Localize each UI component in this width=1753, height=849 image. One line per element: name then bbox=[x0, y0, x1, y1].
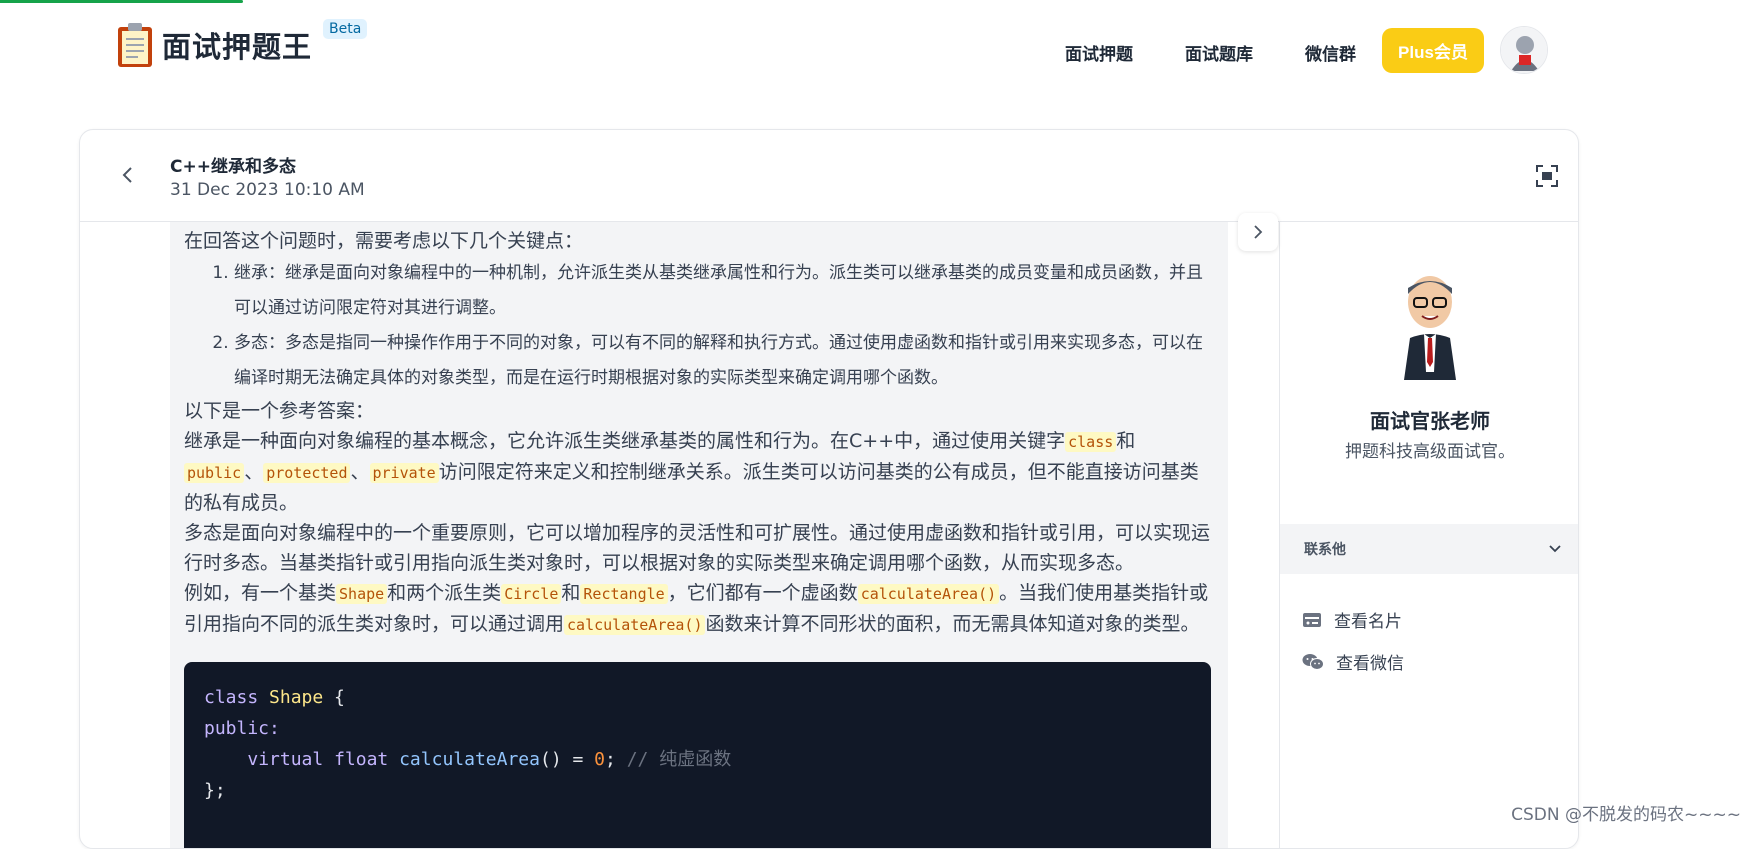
nav-interview-prediction[interactable]: 面试押题 bbox=[1065, 40, 1133, 65]
paragraph-polymorphism: 多态是面向对象编程中的一个重要原则，它可以增加程序的灵活性和可扩展性。通过使用虚… bbox=[184, 518, 1211, 578]
chevron-left-icon[interactable] bbox=[118, 165, 138, 185]
top-header: 面试押题王 Beta 面试押题 面试题库 微信群 Plus会员 bbox=[0, 0, 1753, 100]
teacher-avatar bbox=[1394, 272, 1466, 380]
question-card: C++继承和多态 31 Dec 2023 10:10 AM 在回答这个问题时，需… bbox=[79, 129, 1579, 849]
fullscreen-icon[interactable] bbox=[1536, 165, 1558, 187]
view-wechat-link[interactable]: 查看微信 bbox=[1302, 649, 1404, 674]
question-date: 31 Dec 2023 10:10 AM bbox=[170, 180, 365, 200]
next-question-button[interactable] bbox=[1238, 213, 1278, 251]
user-avatar[interactable] bbox=[1500, 26, 1548, 74]
question-title: C++继承和多态 bbox=[170, 152, 296, 177]
teacher-name: 面试官张老师 bbox=[1280, 405, 1579, 434]
view-wechat-label: 查看微信 bbox=[1336, 649, 1404, 674]
key-points-list: 继承：继承是面向对象编程中的一种机制，允许派生类从基类继承属性和行为。派生类可以… bbox=[184, 256, 1211, 396]
contact-label: 联系他 bbox=[1304, 539, 1346, 559]
list-item: 多态：多态是指同一种操作作用于不同的对象，可以有不同的解释和执行方式。通过使用虚… bbox=[234, 326, 1211, 396]
list-item: 继承：继承是面向对象编程中的一种机制，允许派生类从基类继承属性和行为。派生类可以… bbox=[234, 256, 1211, 326]
paragraph-example: 例如，有一个基类Shape和两个派生类Circle和Rectangle，它们都有… bbox=[184, 578, 1211, 640]
wechat-icon bbox=[1302, 653, 1324, 671]
code-block: class Shape { public: virtual float calc… bbox=[184, 662, 1211, 849]
csdn-watermark: CSDN @不脱发的码农~~~~ bbox=[1511, 800, 1741, 825]
contact-toggle[interactable]: 联系他 bbox=[1280, 524, 1579, 574]
nav-wechat-group[interactable]: 微信群 bbox=[1305, 40, 1356, 65]
id-card-icon bbox=[1302, 612, 1322, 628]
plus-member-button[interactable]: Plus会员 bbox=[1382, 28, 1484, 73]
reference-heading: 以下是一个参考答案： bbox=[184, 396, 1211, 426]
chevron-right-icon bbox=[1252, 225, 1264, 239]
logo-text: 面试押题王 bbox=[162, 24, 312, 66]
paragraph-inheritance: 继承是一种面向对象编程的基本概念，它允许派生类继承基类的属性和行为。在C++中，… bbox=[184, 426, 1211, 518]
card-header: C++继承和多态 31 Dec 2023 10:10 AM bbox=[80, 130, 1578, 222]
teacher-description: 押题科技高级面试官。 bbox=[1280, 437, 1579, 462]
nav-question-bank[interactable]: 面试题库 bbox=[1185, 40, 1253, 65]
interviewer-sidebar: 面试官张老师 押题科技高级面试官。 联系他 查看名片 查看微信 bbox=[1279, 222, 1579, 849]
chevron-down-icon bbox=[1548, 542, 1562, 556]
answer-intro: 在回答这个问题时，需要考虑以下几个关键点： bbox=[184, 226, 1211, 256]
clipboard-icon bbox=[116, 22, 154, 68]
answer-content: 在回答这个问题时，需要考虑以下几个关键点： 继承：继承是面向对象编程中的一种机制… bbox=[170, 222, 1228, 849]
view-card-label: 查看名片 bbox=[1334, 607, 1402, 632]
logo[interactable]: 面试押题王 bbox=[116, 22, 312, 68]
beta-badge: Beta bbox=[323, 19, 367, 39]
view-card-link[interactable]: 查看名片 bbox=[1302, 607, 1402, 632]
